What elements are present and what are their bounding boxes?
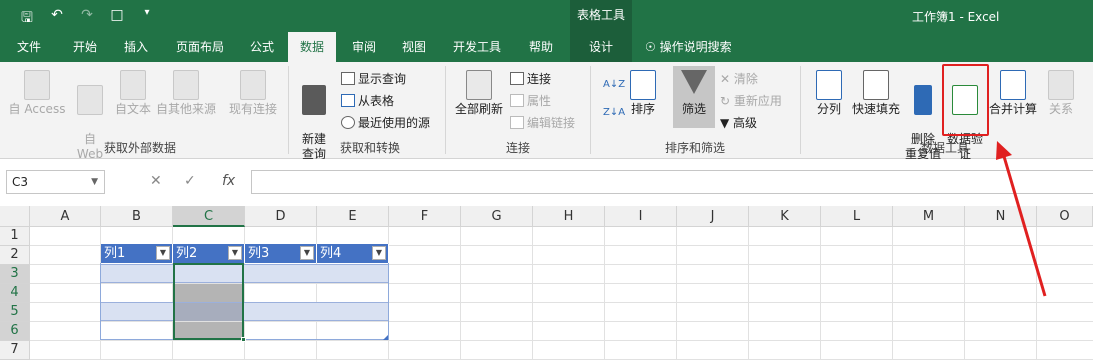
- arrow-head: [996, 141, 1012, 160]
- annotation-arrow: [996, 141, 1047, 297]
- arrow-shaft: [1001, 152, 1047, 297]
